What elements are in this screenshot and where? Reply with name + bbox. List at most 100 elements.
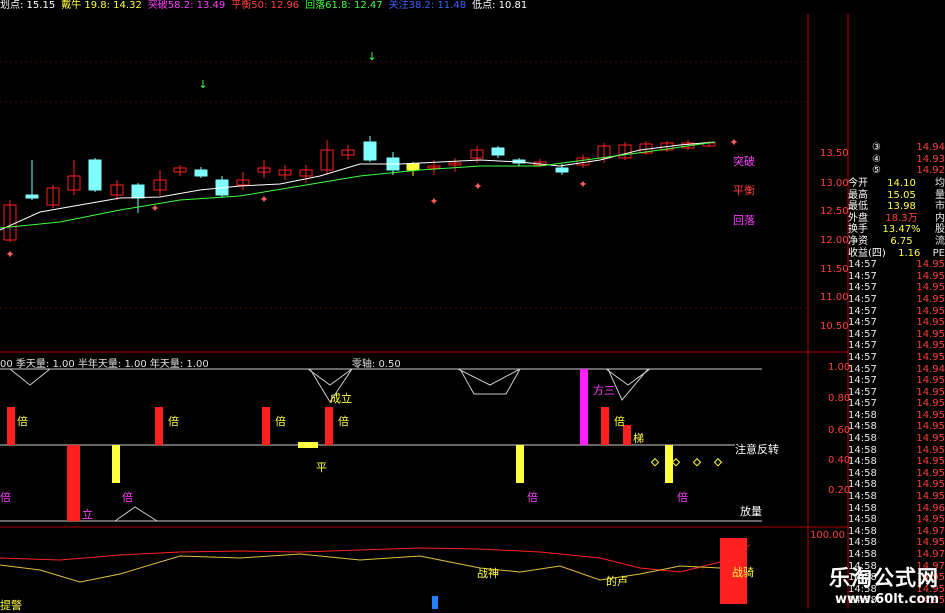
tick-row: 14:58 14.96 xyxy=(848,502,945,514)
label-breakout: 突破 xyxy=(733,155,755,168)
tick-row: 14:57 14.94 xyxy=(848,363,945,375)
stat-row: 外盘 18.3万内 xyxy=(848,212,945,224)
label-bei-7: 倍 xyxy=(122,491,133,504)
side-mark-row: ③ 14.94 xyxy=(872,142,945,153)
tick-row: 14:57 14.95 xyxy=(848,398,945,410)
label-bei-9: 倍 xyxy=(677,491,688,504)
label-li: 立 xyxy=(82,508,93,521)
side-mark-row: ⑤ 14.92 xyxy=(872,165,945,177)
up-arrow-icon: ✦ xyxy=(578,178,587,191)
ma-line-white xyxy=(0,141,716,231)
info-panel: 今开 14.10 均最高 15.05 量最低 13.98 市外盘 18.3万内换手 13.47%… xyxy=(848,178,945,607)
tick-row: 14:58 14.95 xyxy=(848,537,945,549)
diamond-mark xyxy=(692,458,702,467)
indicator-bar xyxy=(67,445,80,521)
trapezoid-shape xyxy=(459,368,521,395)
candle-body xyxy=(194,169,208,177)
side-marks: ③ 14.94 ④ 14.93 ⑤ 14.92 xyxy=(872,142,945,177)
label-bottom-left: 提警 xyxy=(0,599,22,612)
tick-row: 14:58 14.95 xyxy=(848,421,945,433)
up-arrow-icon: ✦ xyxy=(5,248,14,261)
site-logo: 乐淘公式网 www.60lt.com xyxy=(829,566,939,607)
indicator-bar xyxy=(155,407,163,445)
label-cheng-li: 成立 xyxy=(330,392,352,405)
indicator-bar xyxy=(325,407,333,445)
tick-row: 14:57 14.95 xyxy=(848,259,945,271)
tick-row: 14:58 14.95 xyxy=(848,456,945,468)
label-fang-san: 方三 xyxy=(593,384,615,397)
tick-row: 14:58 14.97 xyxy=(848,549,945,560)
candlesticks xyxy=(3,136,716,242)
label-fallback: 回落 xyxy=(733,214,755,227)
up-arrow-icon: ✦ xyxy=(429,195,438,208)
tick-row: 14:58 14.95 xyxy=(848,479,945,491)
up-arrow-icon: ✦ xyxy=(729,136,738,149)
label-zhan-shen: 战神 xyxy=(477,567,499,580)
label-balance: 平衡 xyxy=(733,184,755,197)
indicator-bar xyxy=(580,369,588,445)
indicator-bar xyxy=(601,407,609,445)
tick-row: 14:57 14.95 xyxy=(848,317,945,329)
tick-row: 14:57 14.95 xyxy=(848,305,945,317)
up-arrow-icon: ✦ xyxy=(259,193,268,206)
label-ping: 平 xyxy=(316,461,327,474)
side-mark-row: ④ 14.93 xyxy=(872,153,945,165)
tick-row: 14:58 14.95 xyxy=(848,467,945,479)
indicator-bar xyxy=(112,445,120,483)
peak-shape xyxy=(114,506,158,522)
diamond-mark xyxy=(713,458,723,467)
candle-body xyxy=(555,167,569,173)
tick-row: 14:57 14.95 xyxy=(848,351,945,363)
label-bei-8: 倍 xyxy=(527,491,538,504)
tick-row: 14:57 14.95 xyxy=(848,270,945,282)
indicator-bar xyxy=(298,442,318,448)
label-de-lu: 的卢 xyxy=(606,575,628,588)
price-axis: 13.50 13.00 12.50 12.00 11.50 11.00 10.50 xyxy=(820,0,850,352)
candle-body xyxy=(131,184,145,199)
bottom-pane xyxy=(0,538,751,609)
indicator-bar xyxy=(516,445,524,483)
indicator-bar xyxy=(262,407,270,445)
tick-row: 14:57 14.95 xyxy=(848,328,945,340)
tick-row: 14:58 14.95 xyxy=(848,491,945,503)
tick-row: 14:58 14.95 xyxy=(848,433,945,445)
candle-body xyxy=(491,147,505,156)
label-bei-2: 倍 xyxy=(168,415,179,428)
down-arrow-icon: ↓ xyxy=(198,78,207,91)
label-ti: 梯 xyxy=(633,432,644,445)
tick-row: 14:58 14.95 xyxy=(848,444,945,456)
label-bei-1: 倍 xyxy=(17,415,28,428)
candle-body xyxy=(88,159,102,191)
up-arrow-icon: ✦ xyxy=(150,202,159,215)
ma-line-green xyxy=(0,141,716,229)
label-bei-3: 倍 xyxy=(275,415,286,428)
stat-row: 净资 6.75 流 xyxy=(848,235,945,247)
label-zhan-ma: 战骑 xyxy=(732,566,754,579)
indicator-axis: 1.00 0.80 0.60 0.40 0.20 xyxy=(828,360,850,520)
label-bei-4: 倍 xyxy=(338,415,349,428)
tick-row: 14:57 14.95 xyxy=(848,282,945,294)
indicator-header: 00 季天量: 1.00 半年天量: 1.00 年天量: 1.00 零轴: 0.… xyxy=(0,359,401,370)
stat-row: 换手 13.47% 股 xyxy=(848,224,945,236)
label-volume: 放量 xyxy=(740,505,762,518)
label-bei-6: 倍 xyxy=(0,491,11,504)
stat-row: 最低 13.98 市 xyxy=(848,201,945,213)
chart-canvas[interactable]: ↓ ↓ ✦ ✦ ✦ ✦ ✦ ✦ ✦ xyxy=(0,0,945,609)
stat-row: 今开 14.10 均 xyxy=(848,178,945,189)
candle-body xyxy=(25,194,39,199)
label-attention-reversal: 注意反转 xyxy=(735,443,779,456)
tick-row: 14:58 14.95 xyxy=(848,409,945,421)
price-axis-tick: 13.50 xyxy=(820,148,849,159)
tick-row: 14:57 14.95 xyxy=(848,386,945,398)
tick-row: 14:58 14.95 xyxy=(848,514,945,526)
diamond-mark xyxy=(671,458,681,467)
diamond-mark xyxy=(650,458,660,467)
label-bei-5: 倍 xyxy=(614,415,625,428)
tick-row: 14:57 14.95 xyxy=(848,293,945,305)
vee-shape xyxy=(9,368,51,386)
down-arrow-icon: ↓ xyxy=(367,50,376,63)
indicator-bar xyxy=(665,445,673,483)
stat-row: 最高 15.05 量 xyxy=(848,189,945,201)
candle-body xyxy=(406,163,420,171)
tick-row: 14:58 14.97 xyxy=(848,525,945,537)
